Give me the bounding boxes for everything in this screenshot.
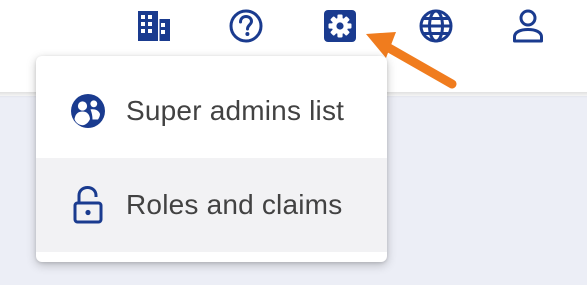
help-button[interactable]	[226, 6, 266, 46]
help-icon	[229, 9, 263, 43]
organization-button[interactable]	[134, 6, 174, 46]
menu-item-super-admins[interactable]: Super admins list	[36, 64, 387, 158]
account-icon	[513, 9, 543, 43]
settings-dropdown-menu: Super admins list Roles and claims	[36, 56, 387, 262]
menu-item-roles-and-claims[interactable]: Roles and claims	[36, 158, 387, 252]
settings-icon	[324, 10, 356, 42]
super-admins-icon	[64, 92, 112, 130]
menu-item-label: Super admins list	[126, 95, 345, 126]
menu-item-label: Roles and claims	[126, 189, 343, 220]
organization-icon	[138, 11, 170, 41]
settings-button[interactable]	[320, 6, 360, 46]
top-toolbar	[0, 0, 587, 52]
account-button[interactable]	[508, 6, 548, 46]
unlocked-padlock-icon	[64, 185, 112, 225]
